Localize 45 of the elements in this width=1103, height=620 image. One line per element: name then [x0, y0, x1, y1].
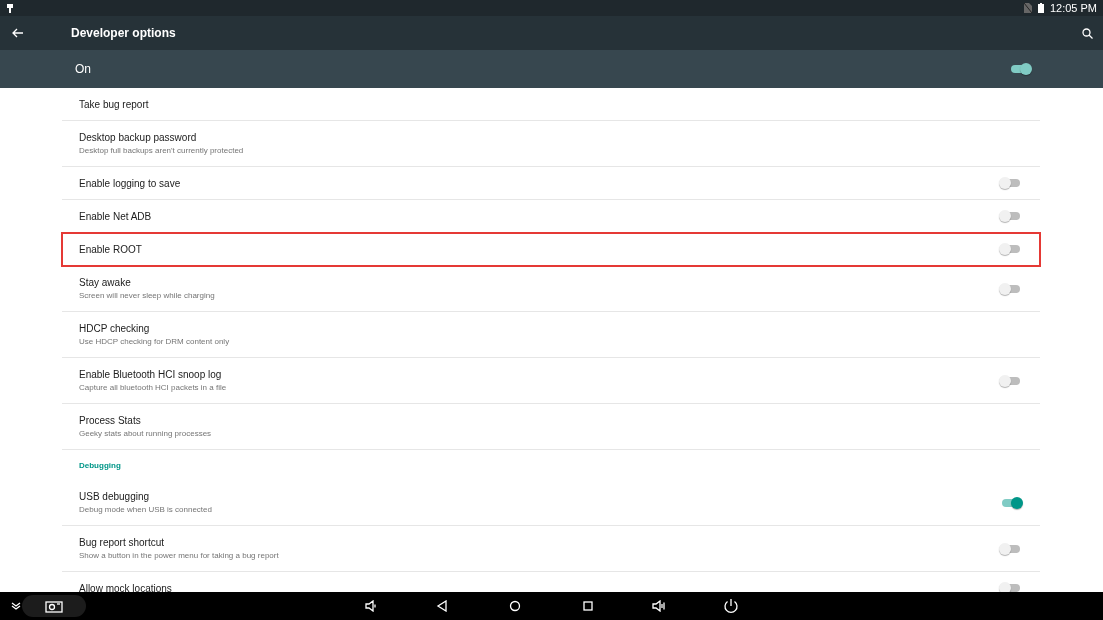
battery-icon	[1037, 3, 1044, 13]
power-icon[interactable]	[723, 598, 739, 614]
page-title: Developer options	[71, 26, 177, 40]
recents-icon[interactable]	[582, 600, 594, 612]
screenshot-pill[interactable]	[22, 595, 86, 617]
volume-down-icon[interactable]	[365, 600, 377, 612]
setting-summary: Use HDCP checking for DRM content only	[79, 337, 231, 346]
setting-summary: Debug mode when USB is connected	[79, 505, 213, 514]
setting-title[interactable]: Bug report shortcut	[79, 537, 1002, 548]
no-sim-icon	[1023, 3, 1032, 13]
toggle-switch[interactable]	[1002, 179, 1020, 187]
master-switch-label: On	[75, 62, 92, 76]
chevron-down-icon[interactable]	[10, 601, 22, 611]
setting-title[interactable]: HDCP checking	[79, 323, 1020, 334]
setting-title[interactable]: Enable logging to save	[79, 177, 1002, 189]
setting-summary: Show a button in the power menu for taking a bug report	[79, 551, 280, 560]
setting-summary: Geeky stats about running processes	[79, 429, 213, 438]
setting-title[interactable]: Take bug report	[79, 98, 1020, 110]
toggle-switch[interactable]	[1011, 65, 1029, 73]
setting-title[interactable]: Desktop backup password	[79, 132, 1020, 143]
camera-icon[interactable]	[45, 599, 63, 613]
setting-summary: Screen will never sleep while charging	[79, 291, 216, 300]
setting-summary: Capture all bluetooth HCI packets in a file	[79, 383, 228, 392]
setting-title[interactable]: Allow mock locations	[79, 582, 1002, 592]
setting-summary: Desktop full backups aren't currently protected	[79, 146, 245, 155]
section-header: Debugging	[79, 460, 121, 470]
setting-title[interactable]: Enable Net ADB	[79, 210, 1002, 222]
clock-time: 12:05 PM	[1049, 2, 1097, 14]
setting-title[interactable]: Enable ROOT	[79, 243, 1002, 255]
home-icon[interactable]	[509, 600, 521, 612]
setting-title[interactable]: Process Stats	[79, 415, 1020, 426]
toggle-switch[interactable]	[1002, 245, 1020, 253]
back-icon[interactable]	[436, 600, 448, 612]
back-arrow-icon[interactable]	[12, 28, 24, 38]
highlighted-setting-row[interactable]: Enable ROOT	[62, 233, 1040, 266]
setting-title[interactable]: Stay awake	[79, 277, 1002, 288]
setting-title[interactable]: USB debugging	[79, 491, 1002, 502]
search-icon[interactable]	[1082, 27, 1093, 39]
toggle-switch[interactable]	[1002, 544, 1020, 553]
setting-title[interactable]: Enable Bluetooth HCI snoop log	[79, 369, 1002, 380]
toggle-switch[interactable]	[1002, 284, 1020, 293]
volume-up-icon[interactable]	[652, 600, 666, 612]
toggle-switch[interactable]	[1002, 376, 1020, 385]
toggle-switch[interactable]	[1002, 212, 1020, 220]
toggle-switch[interactable]	[1002, 498, 1020, 507]
